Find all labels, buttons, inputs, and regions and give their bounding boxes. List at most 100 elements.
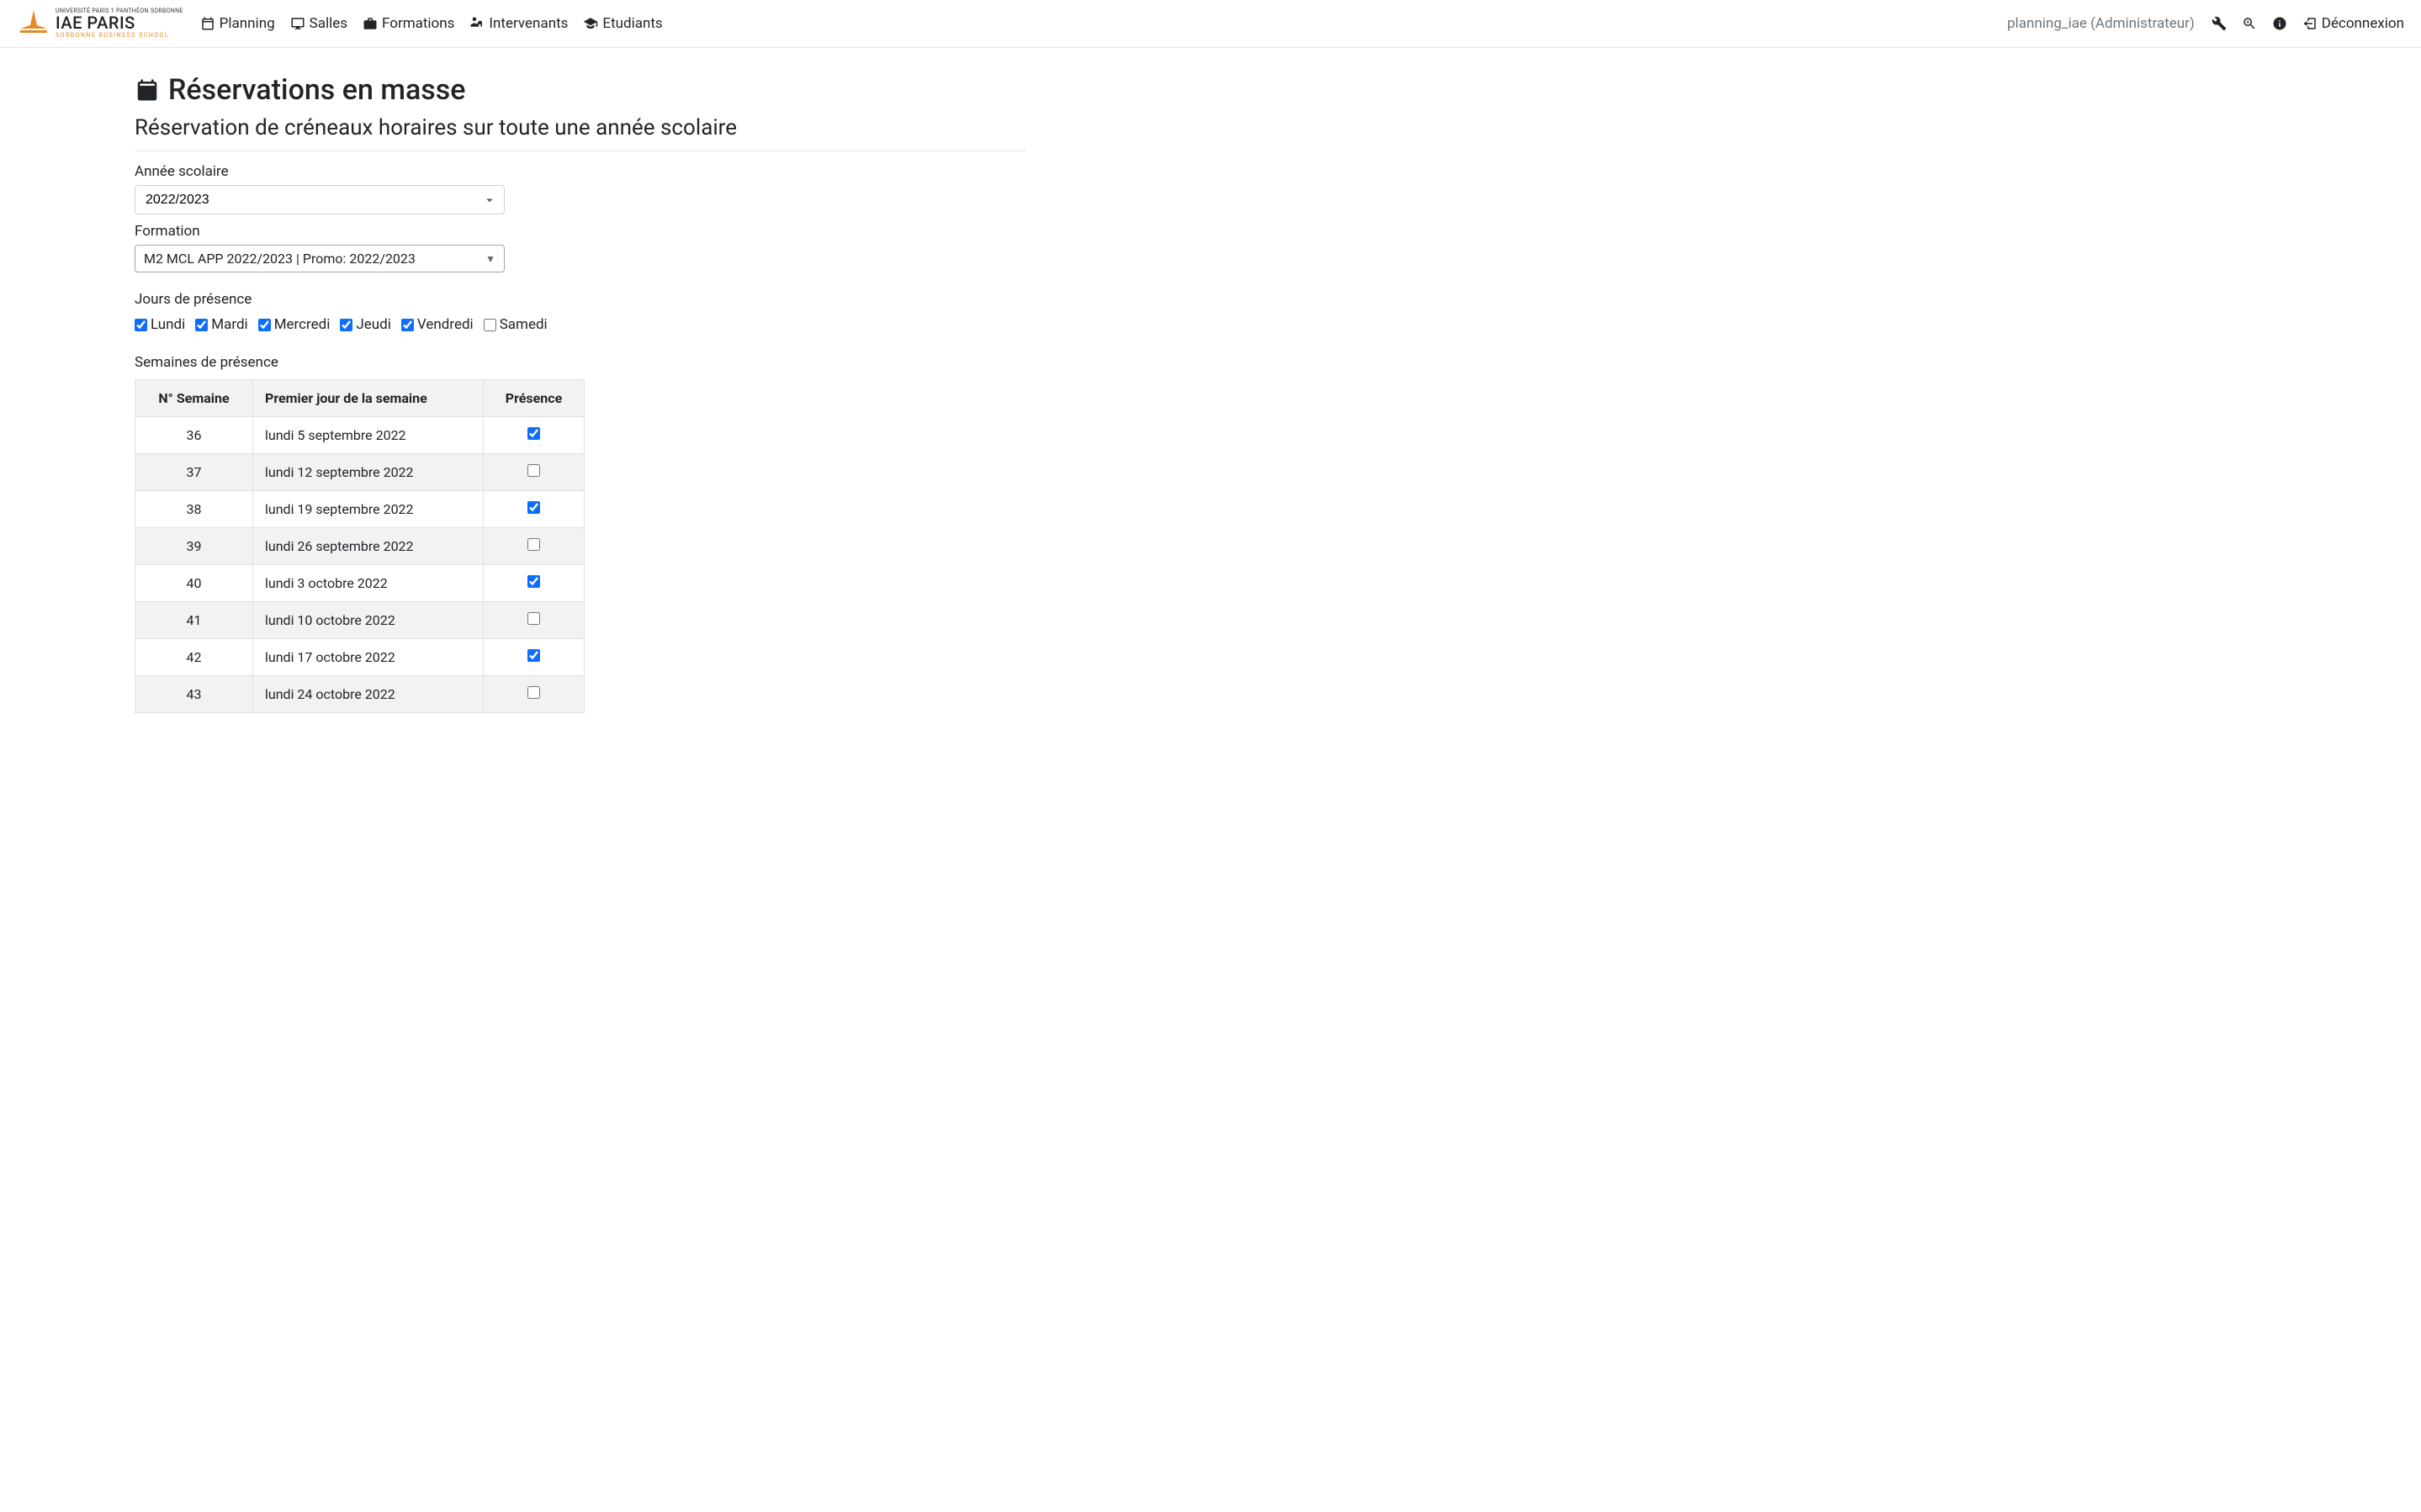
search-button[interactable] [2242, 16, 2257, 31]
day-check-samedi[interactable]: Samedi [484, 316, 548, 333]
formation-value: M2 MCL APP 2022/2023 | Promo: 2022/2023 [144, 251, 416, 267]
week-presence-cell [484, 676, 585, 713]
day-checkbox[interactable] [258, 319, 271, 331]
briefcase-icon [363, 16, 378, 31]
nav-planning-label: Planning [220, 15, 275, 32]
presence-checkbox[interactable] [527, 686, 540, 699]
day-checkbox[interactable] [401, 319, 414, 331]
brand-logo[interactable]: UNIVERSITÉ PARIS 1 PANTHÉON SORBONNE IAE… [17, 7, 183, 40]
day-checkbox[interactable] [340, 319, 352, 331]
week-first-day: lundi 10 octobre 2022 [253, 602, 484, 639]
day-checkbox[interactable] [484, 319, 496, 331]
table-row: 41lundi 10 octobre 2022 [135, 602, 585, 639]
week-presence-cell [484, 602, 585, 639]
week-presence-cell [484, 417, 585, 454]
formation-select[interactable]: M2 MCL APP 2022/2023 | Promo: 2022/2023 … [135, 245, 505, 272]
page-subtitle: Réservation de créneaux horaires sur tou… [135, 115, 1026, 140]
table-row: 38lundi 19 septembre 2022 [135, 491, 585, 528]
week-num: 40 [135, 565, 253, 602]
week-num: 39 [135, 528, 253, 565]
annee-label: Année scolaire [135, 163, 1026, 180]
main-content: Réservations en masse Réservation de cré… [118, 73, 1043, 713]
week-presence-cell [484, 491, 585, 528]
day-checkbox[interactable] [135, 319, 147, 331]
page-title-text: Réservations en masse [168, 73, 465, 107]
table-row: 40lundi 3 octobre 2022 [135, 565, 585, 602]
day-label: Vendredi [417, 316, 474, 333]
nav-right: Déconnexion [2212, 15, 2404, 32]
presence-checkbox[interactable] [527, 612, 540, 625]
week-num: 38 [135, 491, 253, 528]
tools-button[interactable] [2212, 16, 2227, 31]
th-presence: Présence [484, 380, 585, 417]
day-checkbox[interactable] [195, 319, 208, 331]
instructor-icon [469, 16, 485, 31]
days-row: Lundi Mardi Mercredi Jeudi Vendredi Samedi [135, 316, 1026, 333]
search-plus-icon [2242, 16, 2257, 31]
room-icon [290, 16, 305, 31]
info-button[interactable] [2272, 16, 2287, 31]
day-check-vendredi[interactable]: Vendredi [401, 316, 474, 333]
presence-checkbox[interactable] [527, 649, 540, 662]
week-first-day: lundi 17 octobre 2022 [253, 639, 484, 676]
week-first-day: lundi 26 septembre 2022 [253, 528, 484, 565]
logout-label: Déconnexion [2322, 15, 2404, 32]
logo-text-sub: SORBONNE BUSINESS SCHOOL [56, 33, 183, 39]
day-label: Mercredi [274, 316, 331, 333]
nav-items: Planning Salles Formations Intervenants … [200, 15, 663, 32]
logo-text-main: IAE PARIS [56, 14, 183, 31]
nav-planning[interactable]: Planning [200, 15, 275, 32]
week-first-day: lundi 3 octobre 2022 [253, 565, 484, 602]
annee-select[interactable]: 2022/2023 [135, 185, 505, 214]
week-first-day: lundi 5 septembre 2022 [253, 417, 484, 454]
week-num: 41 [135, 602, 253, 639]
day-check-mardi[interactable]: Mardi [195, 316, 247, 333]
nav-intervenants-label: Intervenants [489, 15, 568, 32]
day-check-jeudi[interactable]: Jeudi [340, 316, 391, 333]
semaines-label: Semaines de présence [135, 354, 1026, 371]
nav-formations-label: Formations [382, 15, 454, 32]
nav-salles[interactable]: Salles [290, 15, 347, 32]
week-first-day: lundi 19 septembre 2022 [253, 491, 484, 528]
table-row: 43lundi 24 octobre 2022 [135, 676, 585, 713]
info-icon [2272, 16, 2287, 31]
day-check-lundi[interactable]: Lundi [135, 316, 185, 333]
week-num: 43 [135, 676, 253, 713]
day-label: Samedi [500, 316, 548, 333]
logo-text: UNIVERSITÉ PARIS 1 PANTHÉON SORBONNE IAE… [56, 8, 183, 39]
nav-salles-label: Salles [310, 15, 347, 32]
presence-checkbox[interactable] [527, 464, 540, 477]
nav-formations[interactable]: Formations [363, 15, 454, 32]
table-row: 37lundi 12 septembre 2022 [135, 454, 585, 491]
student-icon [583, 16, 598, 31]
presence-checkbox[interactable] [527, 427, 540, 440]
day-check-mercredi[interactable]: Mercredi [258, 316, 331, 333]
day-label: Mardi [211, 316, 247, 333]
user-label: planning_iae (Administrateur) [2007, 15, 2195, 32]
formation-label: Formation [135, 223, 1026, 240]
week-presence-cell [484, 454, 585, 491]
logout-button[interactable]: Déconnexion [2302, 15, 2404, 32]
week-first-day: lundi 12 septembre 2022 [253, 454, 484, 491]
presence-checkbox[interactable] [527, 501, 540, 514]
table-row: 36lundi 5 septembre 2022 [135, 417, 585, 454]
presence-checkbox[interactable] [527, 538, 540, 551]
logo-icon [17, 7, 50, 40]
jours-label: Jours de présence [135, 291, 1026, 308]
nav-intervenants[interactable]: Intervenants [469, 15, 568, 32]
week-presence-cell [484, 639, 585, 676]
nav-etudiants-label: Etudiants [602, 15, 662, 32]
weeks-table: N° Semaine Premier jour de la semaine Pr… [135, 379, 585, 713]
day-label: Lundi [151, 316, 185, 333]
caret-down-icon: ▼ [485, 253, 495, 265]
week-presence-cell [484, 565, 585, 602]
table-row: 39lundi 26 septembre 2022 [135, 528, 585, 565]
presence-checkbox[interactable] [527, 575, 540, 588]
th-first-day: Premier jour de la semaine [253, 380, 484, 417]
week-presence-cell [484, 528, 585, 565]
day-label: Jeudi [356, 316, 391, 333]
nav-etudiants[interactable]: Etudiants [583, 15, 662, 32]
navbar: UNIVERSITÉ PARIS 1 PANTHÉON SORBONNE IAE… [0, 0, 2421, 48]
calendar-icon [135, 77, 160, 103]
logout-icon [2302, 16, 2318, 31]
